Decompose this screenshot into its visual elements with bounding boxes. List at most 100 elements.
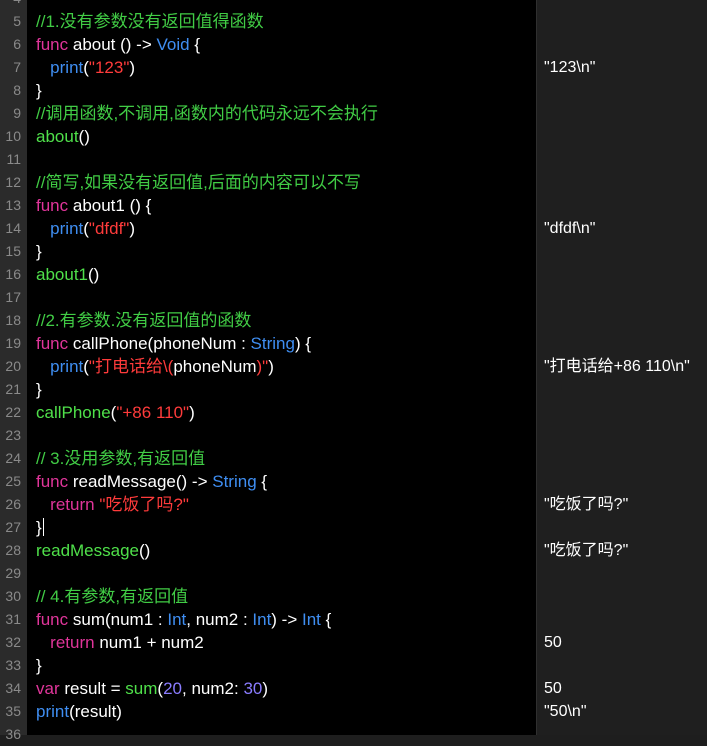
code-text[interactable]: var result = sum(20, num2: 30) [36, 677, 268, 700]
code-text[interactable]: about() [36, 125, 90, 148]
code-text[interactable]: func readMessage() -> String { [36, 470, 267, 493]
code-line[interactable]: 22 callPhone("+86 110") [0, 401, 707, 424]
code-text[interactable]: return "吃饭了吗?" [36, 493, 189, 516]
code-token-plain: , num2: [182, 679, 244, 698]
code-line[interactable]: 13 func about1 () { [0, 194, 707, 217]
code-text[interactable]: //1.没有参数没有返回值得函数 [36, 10, 264, 33]
code-line[interactable]: 25 func readMessage() -> String { [0, 470, 707, 493]
code-text[interactable]: print("123") [36, 56, 135, 79]
line-number: 16 [5, 266, 21, 282]
code-token-comment: //1.没有参数没有返回值得函数 [36, 12, 264, 31]
code-token-plain: num1 + num2 [94, 633, 204, 652]
code-token-plain: about1 () { [68, 196, 152, 215]
code-text[interactable]: return num1 + num2 [36, 631, 204, 654]
result-value[interactable]: "吃饭了吗?" [544, 539, 628, 562]
code-line[interactable]: 32 return num1 + num2 50 [0, 631, 707, 654]
code-line[interactable]: 16 about1() [0, 263, 707, 286]
code-token-keyword: var [36, 679, 60, 698]
code-text[interactable]: // 3.没用参数,有返回值 [36, 447, 205, 470]
code-token-keyword: func [36, 334, 69, 353]
code-line[interactable]: 8} [0, 79, 707, 102]
code-token-plain: } [36, 81, 42, 100]
line-number: 6 [13, 36, 21, 52]
code-text[interactable]: //简写,如果没有返回值,后面的内容可以不写 [36, 171, 361, 194]
code-text[interactable]: //2.有参数.没有返回值的函数 [36, 309, 251, 332]
code-token-string: "dfdf" [88, 219, 130, 238]
code-token-plain: ) { [294, 334, 312, 353]
code-text[interactable]: func sum(num1 : Int, num2 : Int) -> Int … [36, 608, 331, 631]
code-line[interactable]: 35 print(result) "50\n" [0, 700, 707, 723]
code-line[interactable]: 19 func callPhone(phoneNum : String) { [0, 332, 707, 355]
code-line[interactable]: 28 readMessage() "吃饭了吗?" [0, 539, 707, 562]
code-line[interactable]: 27} [0, 516, 707, 539]
code-line[interactable]: 24 // 3.没用参数,有返回值 [0, 447, 707, 470]
code-line[interactable]: 20 print("打电话给\(phoneNum)") "打电话给+86 110\… [0, 355, 707, 378]
code-token-call: about [36, 127, 79, 146]
line-number: 21 [5, 381, 21, 397]
code-text[interactable]: //调用函数,不调用,函数内的代码永远不会执行 [36, 102, 378, 125]
code-text[interactable]: func about () -> Void { [36, 33, 200, 56]
code-line[interactable]: 34 var result = sum(20, num2: 30) 50 [0, 677, 707, 700]
code-line[interactable]: 15} [0, 240, 707, 263]
code-text[interactable]: // 4.有参数,有返回值 [36, 585, 188, 608]
code-token-comment: //调用函数,不调用,函数内的代码永远不会执行 [36, 104, 378, 123]
code-line[interactable]: 30 // 4.有参数,有返回值 [0, 585, 707, 608]
code-text[interactable]: } [36, 516, 44, 539]
line-number: 11 [6, 151, 21, 167]
code-line[interactable]: 21} [0, 378, 707, 401]
result-value[interactable]: "dfdf\n" [544, 217, 595, 240]
line-number: 22 [5, 404, 21, 420]
result-value[interactable]: 50 [544, 631, 562, 654]
code-line[interactable]: 9 //调用函数,不调用,函数内的代码永远不会执行 [0, 102, 707, 125]
code-token-string: "打电话给\( [88, 357, 174, 376]
code-token-string: )" [256, 357, 269, 376]
line-number: 33 [5, 657, 21, 673]
code-line[interactable]: 26 return "吃饭了吗?" "吃饭了吗?" [0, 493, 707, 516]
code-line[interactable]: 23 [0, 424, 707, 447]
code-line[interactable]: 11 [0, 148, 707, 171]
line-number: 35 [5, 703, 21, 719]
code-line[interactable]: 4 [0, 0, 707, 10]
code-line[interactable]: 6 func about () -> Void { [0, 33, 707, 56]
line-number: 8 [13, 82, 21, 98]
code-text[interactable]: readMessage() [36, 539, 150, 562]
line-number: 14 [5, 220, 21, 236]
code-token-plain: readMessage() -> [68, 472, 213, 491]
code-line[interactable]: 12 //简写,如果没有返回值,后面的内容可以不写 [0, 171, 707, 194]
line-number: 25 [5, 473, 21, 489]
code-text[interactable]: func callPhone(phoneNum : String) { [36, 332, 311, 355]
code-token-plain: } [36, 380, 42, 399]
code-line[interactable]: 31 func sum(num1 : Int, num2 : Int) -> In… [0, 608, 707, 631]
code-line[interactable]: 14 print("dfdf") "dfdf\n" [0, 217, 707, 240]
code-text[interactable]: } [36, 654, 42, 677]
code-text[interactable]: print(result) [36, 700, 122, 723]
code-text[interactable]: func about1 () { [36, 194, 151, 217]
result-value[interactable]: "123\n" [544, 56, 595, 79]
result-value[interactable]: "50\n" [544, 700, 587, 723]
result-value[interactable]: 50 [544, 677, 562, 700]
code-line[interactable]: 18 //2.有参数.没有返回值的函数 [0, 309, 707, 332]
code-text[interactable]: about1() [36, 263, 99, 286]
code-token-type: print [50, 58, 84, 77]
code-line[interactable]: 10 about() [0, 125, 707, 148]
code-token-comment: //简写,如果没有返回值,后面的内容可以不写 [36, 173, 361, 192]
code-line[interactable]: 7 print("123") "123\n" [0, 56, 707, 79]
code-text[interactable]: } [36, 240, 42, 263]
result-value[interactable]: "吃饭了吗?" [544, 493, 628, 516]
code-line[interactable]: 33} [0, 654, 707, 677]
line-number: 28 [5, 542, 21, 558]
code-text[interactable]: print("dfdf") [36, 217, 135, 240]
code-text[interactable]: print("打电话给\(phoneNum)") [36, 355, 274, 378]
result-value[interactable]: "打电话给+86 110\n" [544, 355, 690, 378]
code-line[interactable]: 17 [0, 286, 707, 309]
code-text[interactable]: } [36, 378, 42, 401]
code-line[interactable]: 5 //1.没有参数没有返回值得函数 [0, 10, 707, 33]
code-token-plain: { [189, 35, 200, 54]
code-text[interactable]: } [36, 79, 42, 102]
code-line[interactable]: 29 [0, 562, 707, 585]
code-text[interactable]: callPhone("+86 110") [36, 401, 195, 424]
code-token-plain: sum(num1 : [68, 610, 168, 629]
code-token-type: print [50, 219, 84, 238]
